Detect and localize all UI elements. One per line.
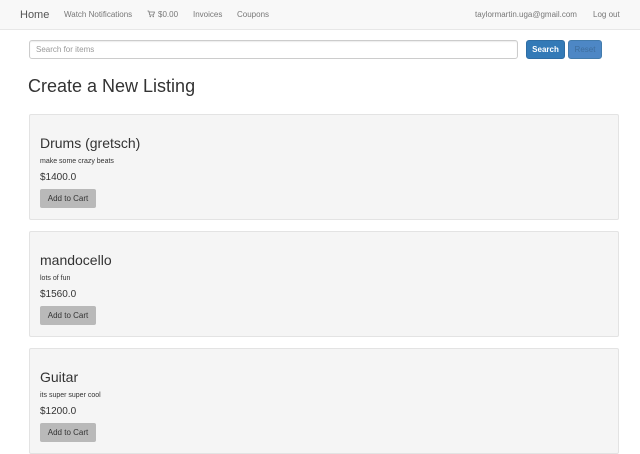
listing-description: make some crazy beats (40, 158, 114, 165)
nav-invoices-link[interactable]: Invoices (193, 0, 222, 30)
cart-total: $0.00 (158, 10, 179, 19)
listing-card: Guitar its super super cool $1200.0 Add … (29, 348, 619, 454)
add-to-cart-button[interactable]: Add to Cart (40, 189, 96, 208)
nav-coupons-link[interactable]: Coupons (237, 0, 269, 30)
top-navbar: Home Watch Notifications $0.00 Invoices … (0, 0, 640, 30)
listing-name: mandocello (40, 252, 112, 268)
nav-watch-notifications-link[interactable]: Watch Notifications (64, 0, 132, 30)
page-title: Create a New Listing (28, 76, 196, 96)
search-input[interactable] (29, 40, 518, 59)
add-to-cart-button[interactable]: Add to Cart (40, 423, 96, 442)
search-button[interactable]: Search (526, 40, 565, 59)
listing-card: mandocello lots of fun $1560.0 Add to Ca… (29, 231, 619, 337)
reset-button[interactable]: Reset (568, 40, 602, 59)
listing-price: $1200.0 (40, 406, 77, 417)
shopping-cart-icon (147, 10, 155, 18)
listing-name: Drums (gretsch) (40, 135, 141, 151)
nav-home-link[interactable]: Home (20, 0, 49, 30)
listing-price: $1400.0 (40, 172, 77, 183)
listing-description: its super super cool (40, 392, 101, 399)
add-to-cart-button[interactable]: Add to Cart (40, 306, 96, 325)
listing-price: $1560.0 (40, 289, 77, 300)
nav-cart-link[interactable]: $0.00 (147, 0, 178, 30)
listing-name: Guitar (40, 369, 79, 385)
nav-user-email-link[interactable]: taylormartin.uga@gmail.com (475, 0, 577, 30)
listing-description: lots of fun (40, 275, 71, 282)
nav-logout-link[interactable]: Log out (593, 0, 620, 30)
listing-card: Drums (gretsch) make some crazy beats $1… (29, 114, 619, 220)
